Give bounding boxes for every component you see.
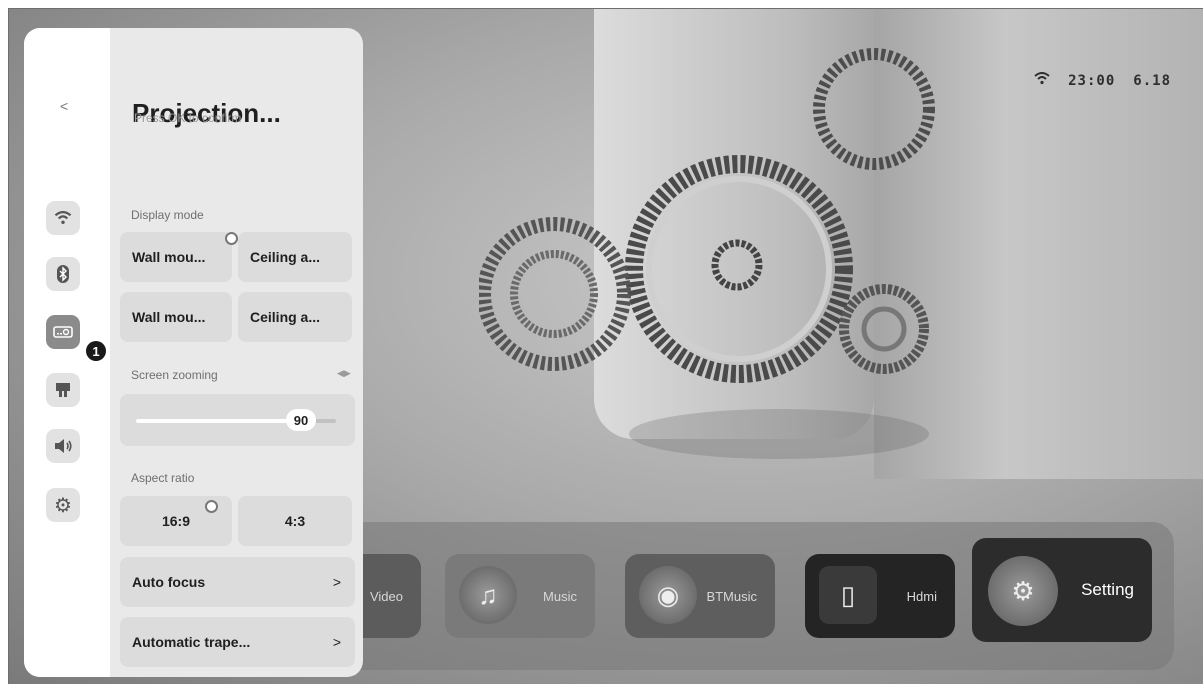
- aspect-ratio-label: Aspect ratio: [131, 471, 195, 485]
- screenshot-frame: 23:00 6.18 Video ♫ Music ◉ BTMusic ▯ Hdm…: [0, 0, 1203, 684]
- app-label-video: Video: [369, 588, 403, 604]
- wifi-icon: [1034, 72, 1050, 89]
- chevron-right-icon: >: [332, 634, 341, 650]
- music-note-icon: ♫: [459, 566, 517, 624]
- app-label-music: Music: [543, 588, 577, 604]
- status-bar: 23:00 6.18: [1034, 72, 1171, 89]
- display-mode-option-1[interactable]: Wall mou...: [120, 232, 232, 282]
- settings-app-icon: ⚙: [988, 556, 1058, 626]
- app-tile-hdmi[interactable]: ▯ Hdmi: [805, 554, 955, 638]
- display-mode-option-3[interactable]: Wall mou...: [120, 292, 232, 342]
- volume-icon[interactable]: [46, 429, 80, 463]
- gear-large-hub: [711, 239, 763, 291]
- auto-focus-label: Auto focus: [132, 574, 206, 590]
- bluetooth-speaker-icon: ◉: [639, 566, 697, 624]
- automatic-keystone-label: Automatic trape...: [132, 634, 251, 650]
- automatic-keystone-row[interactable]: Automatic trape... >: [120, 617, 355, 667]
- bluetooth-icon[interactable]: [46, 257, 80, 291]
- status-version: 6.18: [1133, 72, 1171, 89]
- clock-time: 23:00: [1068, 72, 1116, 89]
- projector-icon[interactable]: [46, 315, 80, 349]
- left-right-arrows-icon: ◀▶: [337, 368, 351, 378]
- display-mode-label: Display mode: [131, 208, 204, 222]
- selected-radio-indicator: [225, 232, 238, 245]
- gears-artwork: [479, 48, 935, 459]
- display-mode-option-4[interactable]: Ceiling a...: [238, 292, 352, 342]
- back-button[interactable]: <: [60, 98, 68, 114]
- wifi-icon[interactable]: [46, 201, 80, 235]
- chevron-right-icon: >: [332, 574, 341, 590]
- keystone-icon[interactable]: [46, 373, 80, 407]
- hdmi-icon: ▯: [819, 566, 877, 624]
- settings-rail: < 1 ⚙: [24, 28, 110, 677]
- slider-value-knob[interactable]: 90: [286, 409, 316, 431]
- callout-number-badge: 1: [86, 341, 106, 361]
- app-label-hdmi: Hdmi: [906, 588, 937, 604]
- app-tile-music[interactable]: ♫ Music: [445, 554, 595, 638]
- projection-settings-panel: < 1 ⚙ Projection... Press OK to confirm: [24, 28, 363, 677]
- app-label-btmusic: BTMusic: [706, 588, 757, 604]
- gear-right: [839, 284, 929, 374]
- app-tile-btmusic[interactable]: ◉ BTMusic: [625, 554, 775, 638]
- screen-zooming-label: Screen zooming: [131, 368, 218, 382]
- auto-focus-row[interactable]: Auto focus >: [120, 557, 355, 607]
- gear-large: [625, 155, 853, 383]
- gear-left: [479, 217, 631, 371]
- app-label-setting: Setting: [1081, 580, 1134, 599]
- page-subtitle: Press OK to confirm: [134, 111, 242, 125]
- display-mode-option-2[interactable]: Ceiling a...: [238, 232, 352, 282]
- gear-top: [813, 48, 935, 170]
- screen-zooming-slider[interactable]: 90: [120, 394, 355, 446]
- selected-radio-indicator: [205, 500, 218, 513]
- aspect-ratio-option-4-3[interactable]: 4:3: [238, 496, 352, 546]
- app-tile-setting[interactable]: ⚙ Setting: [972, 538, 1152, 642]
- gear-icon[interactable]: ⚙: [46, 488, 80, 522]
